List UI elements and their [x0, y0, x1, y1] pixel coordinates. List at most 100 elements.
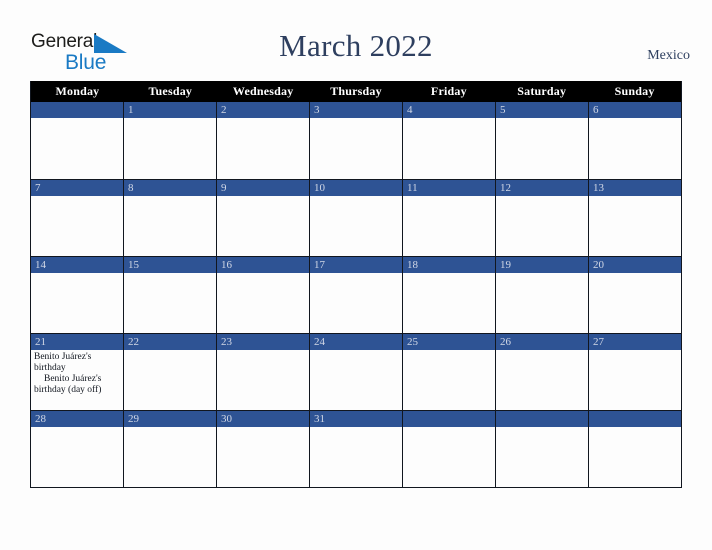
weekday-header-thursday: Thursday: [330, 84, 382, 98]
day-number-bar: 19: [496, 257, 588, 273]
day-cell-30[interactable]: 30: [216, 411, 309, 487]
day-number: 22: [128, 336, 139, 348]
day-events: [124, 118, 216, 179]
day-cell-13[interactable]: 13: [588, 180, 681, 256]
day-events: [589, 427, 681, 487]
day-number-bar: [403, 411, 495, 427]
day-number: 27: [593, 336, 604, 348]
day-number: 3: [314, 104, 320, 116]
day-events: [31, 427, 123, 487]
day-cell-empty[interactable]: [402, 411, 495, 487]
day-cell-2[interactable]: 2: [216, 102, 309, 179]
day-number: 13: [593, 182, 604, 194]
day-cell-28[interactable]: 28: [31, 411, 123, 487]
day-cell-21[interactable]: 21 Benito Juárez's birthday Benito Juárez'…: [31, 334, 123, 410]
day-cell-24[interactable]: 24: [309, 334, 402, 410]
day-events: [496, 118, 588, 179]
week-row: 21 Benito Juárez's birthday Benito Juárez'…: [31, 333, 681, 410]
day-cell-19[interactable]: 19: [495, 257, 588, 333]
week-row: 14 15 16 17 18 19 20: [31, 256, 681, 333]
day-cell-11[interactable]: 11: [402, 180, 495, 256]
calendar-body: 1 2 3 4 5 6 7 8 9 10 11 12 13 14 15 16 17 18 19 20 21 Benito …: [31, 102, 681, 487]
day-cell-1[interactable]: 1: [123, 102, 216, 179]
day-number: 9: [221, 182, 227, 194]
day-cell-23[interactable]: 23: [216, 334, 309, 410]
day-cell-10[interactable]: 10: [309, 180, 402, 256]
day-cell-7[interactable]: 7: [31, 180, 123, 256]
day-number: 28: [35, 413, 46, 425]
day-cell-18[interactable]: 18: [402, 257, 495, 333]
day-number: 16: [221, 259, 232, 271]
day-number-bar: 12: [496, 180, 588, 196]
day-cell-9[interactable]: 9: [216, 180, 309, 256]
week-row: 7 8 9 10 11 12 13: [31, 179, 681, 256]
day-cell-16[interactable]: 16: [216, 257, 309, 333]
day-cell-5[interactable]: 5: [495, 102, 588, 179]
day-number: 12: [500, 182, 511, 194]
day-number-bar: 10: [310, 180, 402, 196]
day-number-bar: 6: [589, 102, 681, 118]
day-cell-empty[interactable]: [31, 102, 123, 179]
day-number: 10: [314, 182, 325, 194]
weekday-header-sunday: Sunday: [614, 84, 655, 98]
day-cell-12[interactable]: 12: [495, 180, 588, 256]
day-number-bar: 25: [403, 334, 495, 350]
day-number-bar: [31, 102, 123, 118]
day-events: [31, 273, 123, 333]
day-number: 30: [221, 413, 232, 425]
day-events: [589, 350, 681, 410]
day-number-bar: 24: [310, 334, 402, 350]
day-cell-20[interactable]: 20: [588, 257, 681, 333]
day-number: 1: [128, 104, 134, 116]
event-label: Benito Juárez's birthday (day off): [34, 374, 102, 395]
day-cell-26[interactable]: 26: [495, 334, 588, 410]
day-cell-31[interactable]: 31: [309, 411, 402, 487]
day-number: 23: [221, 336, 232, 348]
day-number: 7: [35, 182, 41, 194]
day-number: 24: [314, 336, 325, 348]
calendar-grid: Monday Tuesday Wednesday Thursday Friday Satu…: [30, 81, 682, 488]
day-number-bar: 17: [310, 257, 402, 273]
day-events: [403, 350, 495, 410]
day-cell-15[interactable]: 15: [123, 257, 216, 333]
day-number-bar: 23: [217, 334, 309, 350]
day-events: [124, 196, 216, 256]
day-cell-27[interactable]: 27: [588, 334, 681, 410]
day-number: 8: [128, 182, 134, 194]
weekday-header-wednesday: Wednesday: [232, 84, 294, 98]
day-events: [496, 196, 588, 256]
day-cell-29[interactable]: 29: [123, 411, 216, 487]
day-number: 11: [407, 182, 418, 194]
page-header: General Blue March 2022 Mexico: [0, 0, 712, 80]
day-events: [31, 196, 123, 256]
day-events: [403, 427, 495, 487]
calendar-page: General Blue March 2022 Mexico Monday Tue…: [0, 0, 712, 550]
day-events: [589, 273, 681, 333]
day-events: [310, 196, 402, 256]
day-number: 5: [500, 104, 506, 116]
day-cell-6[interactable]: 6: [588, 102, 681, 179]
day-cell-14[interactable]: 14: [31, 257, 123, 333]
day-number: 14: [35, 259, 46, 271]
day-cell-17[interactable]: 17: [309, 257, 402, 333]
day-cell-4[interactable]: 4: [402, 102, 495, 179]
day-cell-empty[interactable]: [495, 411, 588, 487]
day-number-bar: 1: [124, 102, 216, 118]
day-events: [403, 196, 495, 256]
day-number-bar: 16: [217, 257, 309, 273]
day-events: [496, 350, 588, 410]
day-cell-25[interactable]: 25: [402, 334, 495, 410]
day-number: 29: [128, 413, 139, 425]
day-cell-3[interactable]: 3: [309, 102, 402, 179]
week-row: 1 2 3 4 5 6: [31, 102, 681, 179]
day-number-bar: 31: [310, 411, 402, 427]
day-number-bar: 14: [31, 257, 123, 273]
day-cell-22[interactable]: 22: [123, 334, 216, 410]
day-number: 31: [314, 413, 325, 425]
day-cell-empty[interactable]: [588, 411, 681, 487]
day-number: 20: [593, 259, 604, 271]
weekday-header-friday: Friday: [430, 84, 467, 98]
day-number: 4: [407, 104, 413, 116]
day-number: 21: [35, 336, 46, 348]
day-cell-8[interactable]: 8: [123, 180, 216, 256]
